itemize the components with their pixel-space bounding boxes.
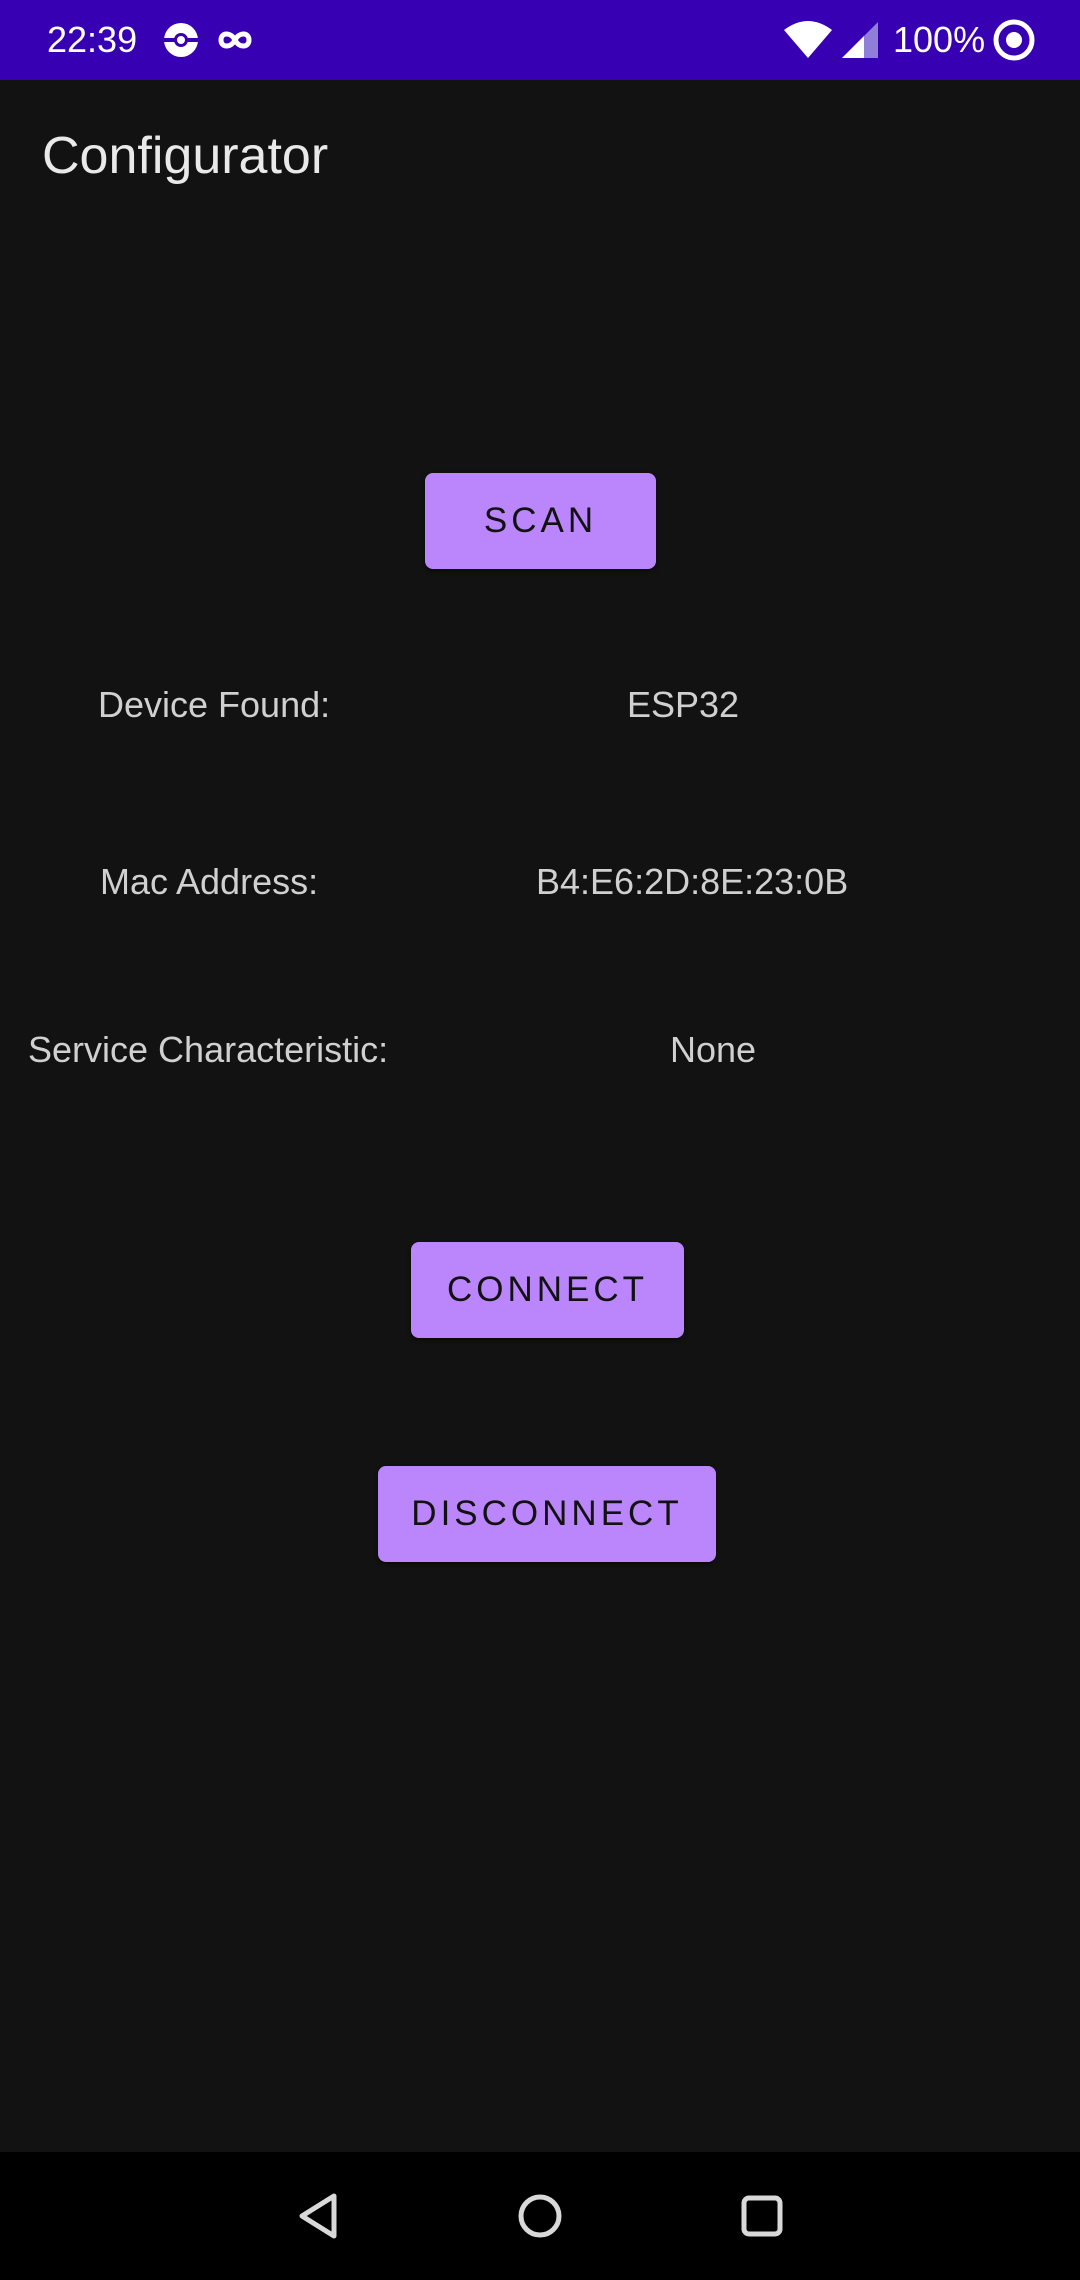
status-bar: 22:39 100% [0, 0, 1080, 80]
disconnect-button-label: DISCONNECT [411, 1494, 683, 1533]
service-characteristic-label: Service Characteristic: [28, 1029, 389, 1070]
circle-target-icon [992, 18, 1036, 62]
service-characteristic-value: None [670, 1029, 757, 1070]
screen: 22:39 100% Configurator SCAN Device Foun… [0, 0, 1080, 2280]
pokeball-icon [159, 18, 203, 62]
mac-address-value: B4:E6:2D:8E:23:0B [536, 861, 849, 902]
battery-percent: 100% [893, 19, 986, 60]
device-found-label: Device Found: [98, 684, 331, 725]
navigation-bar [0, 2152, 1080, 2280]
recents-icon[interactable] [736, 2190, 788, 2242]
disconnect-button[interactable]: DISCONNECT [378, 1466, 716, 1562]
device-found-value: ESP32 [627, 684, 740, 725]
home-icon[interactable] [514, 2190, 566, 2242]
connect-button-label: CONNECT [446, 1270, 649, 1309]
wifi-icon [782, 18, 834, 62]
status-time: 22:39 [47, 19, 138, 60]
scan-button-label: SCAN [483, 501, 598, 540]
app-title: Configurator [42, 127, 329, 185]
scan-button[interactable]: SCAN [425, 473, 656, 569]
connect-button[interactable]: CONNECT [411, 1242, 684, 1338]
infinity-icon [213, 18, 257, 62]
cell-signal-icon [838, 18, 882, 62]
mac-address-label: Mac Address: [100, 861, 319, 902]
back-icon[interactable] [294, 2190, 346, 2242]
